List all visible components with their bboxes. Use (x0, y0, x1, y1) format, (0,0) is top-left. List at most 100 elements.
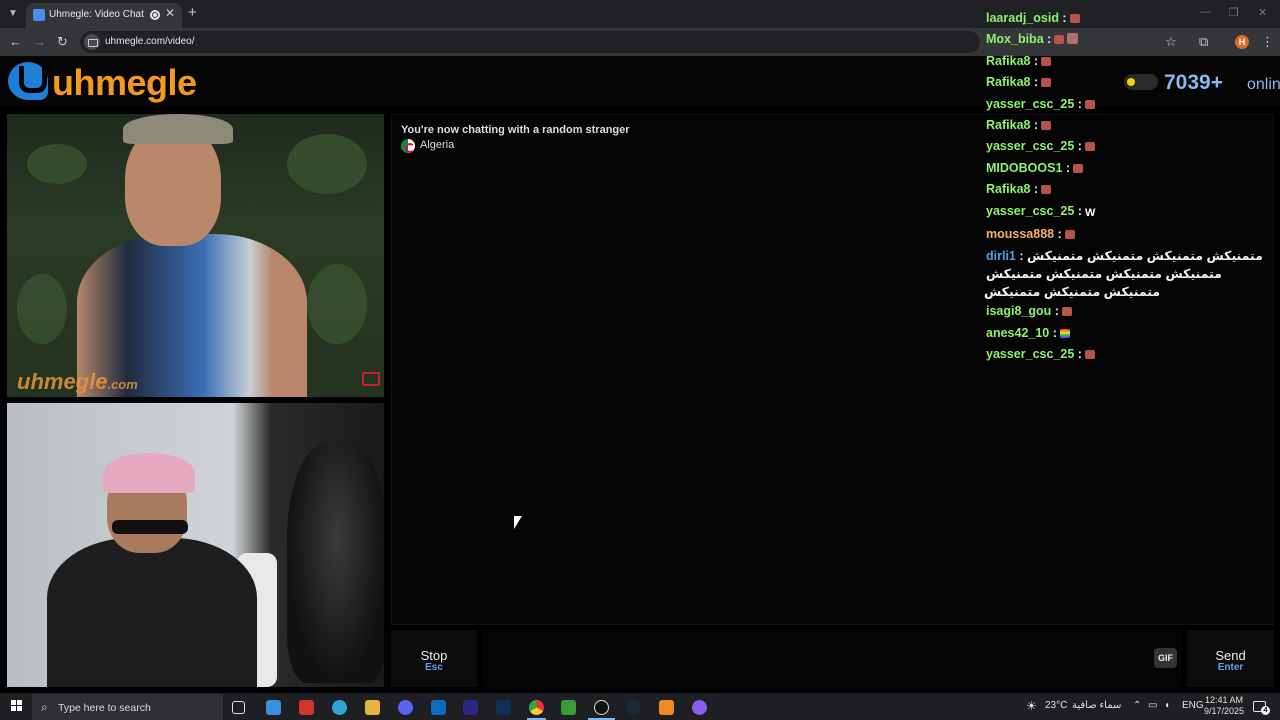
discord-icon[interactable] (398, 700, 413, 715)
overlay-chat-text: متمنيكش متمنيكش متمنيكش متمنيكش متمنيكش … (984, 249, 1263, 300)
overlay-chat-message: isagi8_gou : (986, 301, 1271, 322)
overlay-emoji-icon (1041, 121, 1052, 131)
illustrator-icon[interactable] (299, 700, 314, 715)
overlay-emoji-icon (1084, 350, 1095, 360)
overlay-chat-username: laaradj_osid (986, 11, 1059, 25)
url-text: uhmegle.com/video/ (105, 36, 195, 47)
chrome-icon[interactable] (529, 700, 544, 715)
weather-temp[interactable]: 23°C (1045, 700, 1067, 711)
overlay-chat-message: yasser_csc_25 :W (986, 201, 1271, 224)
store-icon[interactable] (266, 700, 281, 715)
browser-tab[interactable]: Uhmegle: Video Chat | Ome ✕ (26, 3, 182, 28)
send-button[interactable]: Send Enter (1187, 630, 1274, 687)
system-clock[interactable]: 12:41 AM 9/17/2025 (1203, 695, 1245, 717)
task-view-icon[interactable] (232, 701, 245, 714)
edge-icon[interactable] (332, 700, 347, 715)
taskbar-search[interactable]: ⌕ Type here to search (32, 694, 223, 720)
search-icon: ⌕ (41, 700, 48, 714)
stop-button[interactable]: Stop Esc (391, 630, 477, 687)
language-indicator[interactable]: ENG (1182, 700, 1204, 711)
clock-date: 9/17/2025 (1203, 706, 1245, 716)
clock-time: 12:41 AM (1204, 695, 1244, 705)
stop-label: Stop (420, 648, 448, 663)
overlay-chat-message: Rafika8 : (986, 51, 1271, 72)
windows-start-icon[interactable] (11, 700, 23, 712)
overlay-emoji-icon (1041, 185, 1052, 195)
network-icon[interactable]: ▭ (1148, 700, 1157, 711)
overlay-emoji-icon (1067, 33, 1079, 45)
messenger-icon[interactable] (692, 700, 707, 715)
overlay-emoji-icon (1059, 328, 1070, 338)
overlay-emoji-icon (1084, 99, 1095, 109)
address-bar[interactable]: uhmegle.com/video/ (80, 31, 980, 53)
overlay-emoji-icon (1061, 307, 1072, 317)
send-key-hint: Enter (1217, 662, 1244, 673)
stream-chat-overlay: laaradj_osid : Mox_biba : Rafika8 : Rafika8… (984, 8, 1271, 366)
overlay-chat-username: yasser_csc_25 (986, 347, 1075, 362)
overlay-chat-message: anes42_10 : (986, 323, 1271, 344)
new-tab-icon[interactable]: + (188, 4, 197, 21)
overlay-chat-message: Rafika8 : (986, 115, 1271, 136)
country-name: Algeria (420, 139, 455, 151)
app-icon[interactable] (561, 700, 576, 715)
taskbar-search-placeholder: Type here to search (58, 702, 151, 714)
overlay-chat-username: moussa888 (986, 227, 1055, 242)
photoshop-icon[interactable] (496, 700, 511, 715)
overlay-chat-username: dirli1 (986, 249, 1016, 264)
volume-icon[interactable]: ◖ (1164, 700, 1170, 711)
forward-icon[interactable]: → (33, 34, 46, 49)
back-icon[interactable]: ← (9, 34, 22, 49)
chat-status-message: You're now chatting with a random strang… (401, 124, 630, 136)
weather-description: سماء صافية (1072, 700, 1122, 711)
tab-close-icon[interactable]: ✕ (165, 6, 175, 20)
overlay-chat-message: Rafika8 : (986, 179, 1271, 200)
overlay-chat-username: yasser_csc_25 (986, 139, 1075, 154)
tab-title: Uhmegle: Video Chat | Ome (49, 9, 147, 20)
overlay-chat-username: Mox_biba (986, 32, 1044, 47)
overlay-emoji-icon (1054, 35, 1065, 45)
mouse-cursor-icon (514, 516, 522, 529)
tray-overflow-icon[interactable]: ⌃ (1133, 700, 1141, 711)
steam-icon[interactable] (626, 700, 641, 715)
app-icon-2[interactable] (659, 700, 674, 715)
overlay-emoji-icon (1064, 230, 1075, 240)
weather-icon: ☀ (1026, 699, 1037, 713)
overlay-chat-username: yasser_csc_25 (986, 203, 1075, 218)
overlay-chat-message: yasser_csc_25 : (986, 344, 1271, 365)
overlay-chat-username: Rafika8 (986, 75, 1031, 90)
site-favicon-icon (33, 9, 45, 21)
message-input[interactable] (483, 630, 1181, 687)
algeria-flag-icon (401, 139, 415, 153)
notification-count: 4 (1261, 706, 1270, 715)
overlay-chat-message: MIDOBOOS1 : (986, 158, 1271, 179)
site-logo-text[interactable]: uhmegle (52, 62, 197, 104)
tab-search-icon[interactable]: ▼ (4, 5, 22, 23)
self-video (7, 403, 384, 687)
premiere-icon[interactable] (463, 700, 478, 715)
overlay-chat-message: Mox_biba : (986, 29, 1271, 50)
overlay-emoji-icon (1073, 163, 1084, 173)
report-flag-icon[interactable] (362, 372, 380, 386)
overlay-chat-message: yasser_csc_25 : (986, 94, 1271, 115)
overlay-emote-icon: W (1084, 206, 1096, 219)
recording-icon (150, 10, 160, 20)
stranger-video: uhmegle.com (7, 114, 384, 397)
video-watermark: uhmegle.com (17, 369, 138, 394)
gif-button[interactable]: GIF (1154, 648, 1177, 668)
reload-icon[interactable]: ↻ (57, 34, 68, 50)
site-info-icon[interactable] (84, 34, 100, 50)
overlay-chat-message: dirli1 : متمنيكش متمنيكش متمنيكش متمنيكش… (984, 249, 1263, 300)
outlook-icon[interactable] (431, 700, 446, 715)
overlay-chat-username: Rafika8 (986, 53, 1031, 68)
obs-icon[interactable] (594, 700, 609, 715)
file-explorer-icon[interactable] (365, 700, 380, 715)
overlay-chat-username: anes42_10 (986, 325, 1050, 340)
send-label: Send (1215, 648, 1246, 663)
uhmegle-logo-icon[interactable] (8, 62, 48, 100)
overlay-chat-username: Rafika8 (986, 118, 1031, 133)
overlay-chat-message: Rafika8 : (986, 72, 1271, 93)
overlay-chat-username: yasser_csc_25 (986, 96, 1075, 111)
overlay-chat-username: isagi8_gou (986, 304, 1052, 319)
stop-key-hint: Esc (425, 662, 443, 673)
overlay-emoji-icon (1041, 78, 1052, 88)
